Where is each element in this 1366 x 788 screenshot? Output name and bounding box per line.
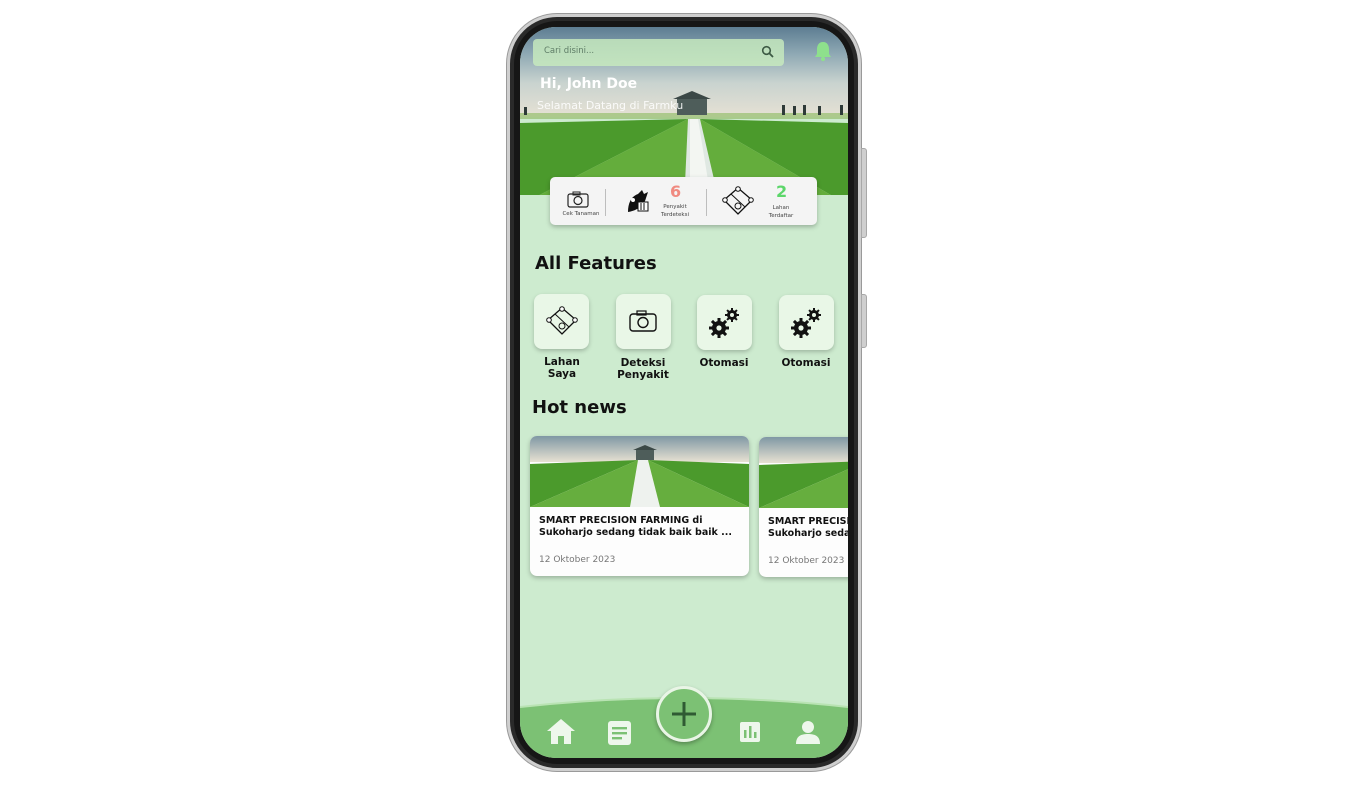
headline-line: SMART PRECISION FARMING di [768, 516, 848, 527]
feature-lahan-saya[interactable] [534, 294, 589, 349]
volume-button [861, 148, 867, 238]
home-icon[interactable] [546, 717, 576, 745]
feature-label: Otomasi [699, 357, 749, 369]
gears-icon [791, 308, 821, 338]
news-headline: SMART PRECISION FARMING di Sukoharjo sed… [539, 515, 744, 539]
feature-otomasi-2[interactable] [779, 295, 834, 350]
feature-label: Deteksi [620, 357, 666, 369]
news-card[interactable]: SMART PRECISION FARMING di Sukoharjo sed… [530, 436, 749, 576]
feature-label: Saya [547, 368, 577, 380]
feature-label: Otomasi [781, 357, 831, 369]
disease-label-1: Penyakit [663, 204, 687, 210]
news-image [759, 437, 848, 508]
rice-field-image [530, 436, 749, 507]
gears-icon [709, 308, 739, 338]
add-button[interactable] [656, 686, 712, 742]
camera-icon [629, 310, 657, 332]
welcome-text: Selamat Datang di Farmku [537, 99, 684, 112]
rice-field-image [759, 437, 848, 508]
power-button [861, 294, 867, 348]
stats-card: Cek Tanaman 6 Penyakit Terdeteksi 2 Laha… [550, 177, 817, 225]
scan-label: Cek Tanaman [562, 211, 600, 217]
search-icon[interactable] [761, 45, 775, 59]
news-headline: SMART PRECISION FARMING di Sukoharjo sed… [768, 516, 848, 540]
land-label-2: Terdaftar [768, 213, 794, 219]
disease-label-2: Terdeteksi [661, 212, 689, 218]
features-title: All Features [535, 253, 657, 274]
chart-icon[interactable] [740, 722, 760, 742]
notification-bell-icon[interactable] [813, 40, 833, 62]
news-date: 12 Oktober 2023 [768, 556, 845, 566]
greeting-text: Hi, John Doe [540, 76, 638, 92]
feature-label: Penyakit [617, 369, 669, 381]
scan-plant-stat[interactable]: Cek Tanaman [550, 177, 605, 225]
news-date: 12 Oktober 2023 [539, 555, 616, 565]
camera-icon [567, 191, 589, 208]
disease-count: 6 [670, 182, 682, 201]
search-input[interactable]: Cari disini... [544, 46, 594, 56]
add-icon [672, 702, 696, 726]
divider [706, 189, 707, 216]
land-map-icon [722, 186, 754, 215]
news-card[interactable]: SMART PRECISION FARMING di Sukoharjo sed… [759, 437, 848, 577]
search-bar[interactable]: Cari disini... [533, 39, 784, 66]
feature-deteksi-penyakit[interactable] [616, 294, 671, 349]
feature-otomasi[interactable] [697, 295, 752, 350]
profile-icon[interactable] [796, 720, 820, 744]
feature-label: Lahan [544, 356, 580, 368]
land-count: 2 [776, 182, 788, 201]
headline-line: Sukoharjo sedang tidak baik baik ... [539, 527, 732, 538]
news-title: Hot news [532, 397, 627, 418]
phone-screen: Cari disini... Hi, John Doe Selamat Data… [520, 27, 848, 758]
plant-disease-icon [628, 190, 649, 212]
land-map-icon [546, 306, 578, 335]
document-icon[interactable] [608, 721, 631, 745]
land-label-1: Lahan [772, 205, 790, 211]
news-image [530, 436, 749, 507]
headline-line: SMART PRECISION FARMING di [539, 515, 703, 526]
divider [605, 189, 606, 216]
headline-line: Sukoharjo sedang tidak baik baik ... [768, 528, 848, 539]
